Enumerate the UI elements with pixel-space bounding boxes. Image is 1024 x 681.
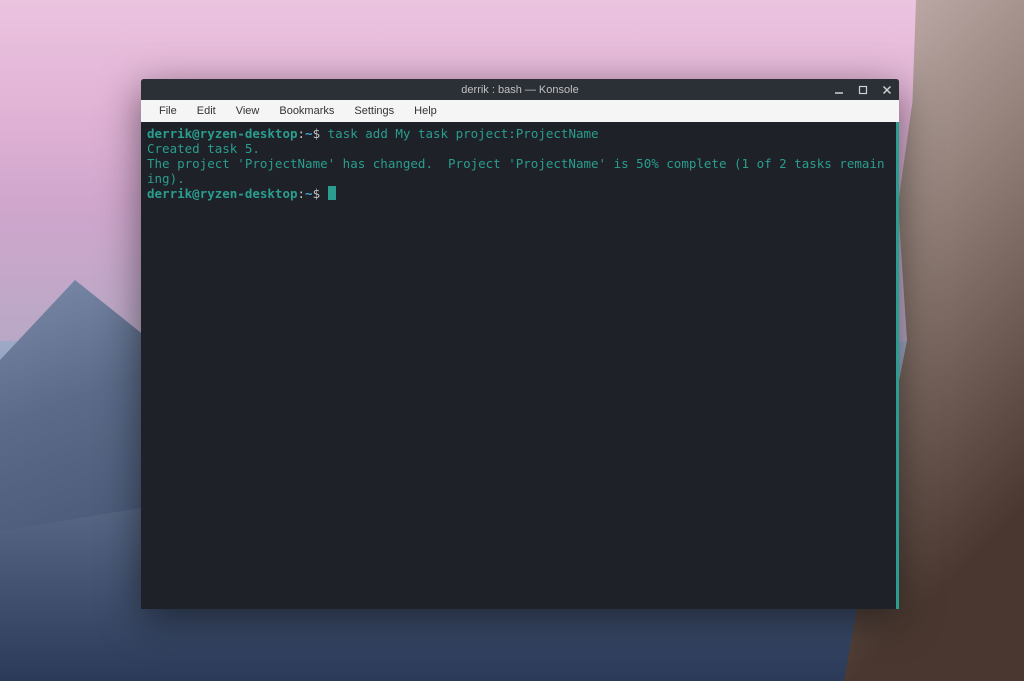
- konsole-window: derrik : bash — Konsole File Edit View B…: [141, 79, 899, 609]
- terminal-cursor: [328, 186, 336, 200]
- prompt-symbol: $: [313, 186, 321, 201]
- prompt-separator: :: [298, 186, 306, 201]
- terminal-line-prompt-active: derrik@ryzen-desktop:~$: [147, 186, 890, 201]
- close-button[interactable]: [881, 84, 893, 96]
- prompt-user-host: derrik@ryzen-desktop: [147, 186, 298, 201]
- menu-settings[interactable]: Settings: [344, 102, 404, 120]
- prompt-symbol: $: [313, 126, 321, 141]
- terminal-output-line: The project 'ProjectName' has changed. P…: [147, 156, 890, 186]
- prompt-path: ~: [305, 186, 313, 201]
- menu-help[interactable]: Help: [404, 102, 447, 120]
- prompt-user-host: derrik@ryzen-desktop: [147, 126, 298, 141]
- command-text: task add My task project:ProjectName: [328, 126, 599, 141]
- menu-view[interactable]: View: [226, 102, 270, 120]
- menubar: File Edit View Bookmarks Settings Help: [141, 100, 899, 122]
- terminal-area[interactable]: derrik@ryzen-desktop:~$ task add My task…: [141, 122, 899, 609]
- minimize-button[interactable]: [833, 84, 845, 96]
- menu-bookmarks[interactable]: Bookmarks: [269, 102, 344, 120]
- window-title: derrik : bash — Konsole: [461, 84, 578, 96]
- window-titlebar[interactable]: derrik : bash — Konsole: [141, 79, 899, 100]
- window-controls: [833, 79, 893, 100]
- menu-edit[interactable]: Edit: [187, 102, 226, 120]
- terminal-output-line: Created task 5.: [147, 141, 890, 156]
- maximize-button[interactable]: [857, 84, 869, 96]
- menu-file[interactable]: File: [149, 102, 187, 120]
- terminal-line-prompt: derrik@ryzen-desktop:~$ task add My task…: [147, 126, 890, 141]
- prompt-separator: :: [298, 126, 306, 141]
- prompt-path: ~: [305, 126, 313, 141]
